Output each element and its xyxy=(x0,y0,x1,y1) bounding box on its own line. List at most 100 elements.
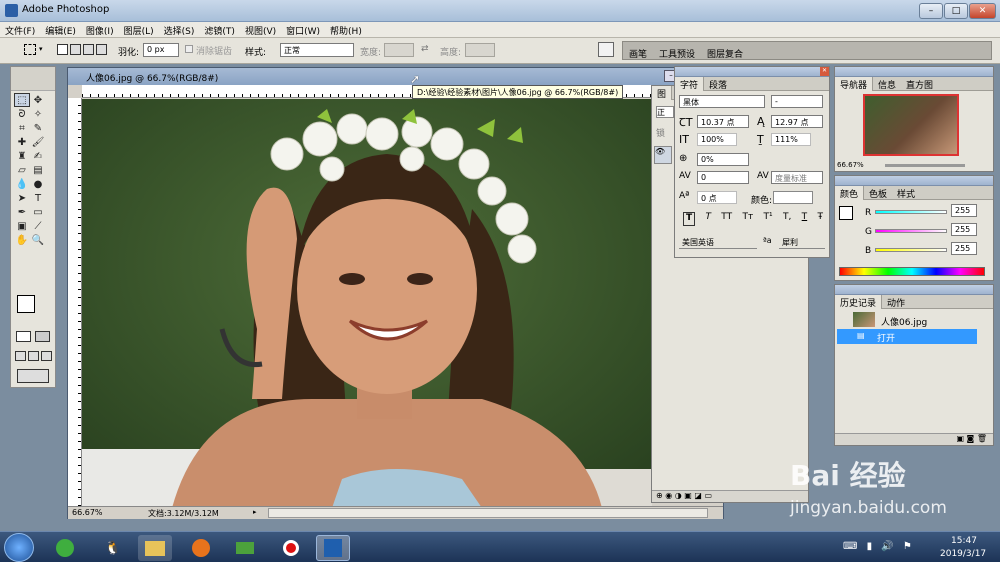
foreground-color-swatch[interactable] xyxy=(17,295,35,313)
magic-wand-tool-icon[interactable]: ✧ xyxy=(30,107,46,121)
tab-navigator[interactable]: 导航器 xyxy=(835,77,874,91)
feather-input[interactable]: 0 px xyxy=(143,43,179,57)
tab-brushes[interactable]: 画笔 xyxy=(629,47,647,60)
selection-mode-icons[interactable] xyxy=(57,44,107,57)
small-caps-button[interactable]: Tт xyxy=(742,212,753,226)
all-caps-button[interactable]: TT xyxy=(721,212,732,226)
kerning-select[interactable]: 0 xyxy=(697,171,749,184)
r-input[interactable]: 255 xyxy=(951,204,977,217)
faux-italic-button[interactable]: T xyxy=(705,212,711,226)
clone-stamp-tool-icon[interactable]: ♜ xyxy=(14,149,30,163)
shape-tool-icon[interactable]: ▭ xyxy=(30,205,46,219)
tab-styles[interactable]: 样式 xyxy=(892,186,920,200)
menu-file[interactable]: 文件(F) xyxy=(0,22,40,39)
slice-tool-icon[interactable]: ✎ xyxy=(30,121,46,135)
gradient-tool-icon[interactable]: ▤ xyxy=(30,163,46,177)
hand-tool-icon[interactable]: ✋ xyxy=(14,233,30,247)
font-family-select[interactable]: 黑体 xyxy=(679,95,765,108)
taskbar-record-icon[interactable] xyxy=(274,535,308,561)
move-tool-icon[interactable]: ✥ xyxy=(30,93,46,107)
tab-info[interactable]: 信息 xyxy=(873,77,901,91)
crop-tool-icon[interactable]: ⌗ xyxy=(14,121,30,135)
menu-window[interactable]: 窗口(W) xyxy=(281,22,325,39)
screen-mode-icons[interactable] xyxy=(15,351,53,361)
eyedropper-tool-icon[interactable]: ⟋ xyxy=(30,219,46,233)
underline-button[interactable]: T xyxy=(802,212,808,226)
font-style-select[interactable]: - xyxy=(771,95,823,108)
tray-icons[interactable]: ⌨ ▮ 🔊 ⚑ xyxy=(843,541,915,552)
close-button[interactable]: ✕ xyxy=(969,3,996,19)
baseline-input[interactable]: 0 点 xyxy=(697,191,737,204)
menu-image[interactable]: 图像(I) xyxy=(81,22,119,39)
menu-layer[interactable]: 图层(L) xyxy=(119,22,159,39)
tab-swatches[interactable]: 色板 xyxy=(864,186,892,200)
superscript-button[interactable]: T¹ xyxy=(764,212,773,226)
healing-brush-tool-icon[interactable]: ✚ xyxy=(14,135,30,149)
r-slider[interactable] xyxy=(875,210,947,214)
tab-character[interactable]: 字符 xyxy=(675,77,705,91)
eye-icon[interactable]: 👁 xyxy=(655,147,665,156)
tab-layer-comps[interactable]: 图层复合 xyxy=(707,47,743,60)
taskbar-photoshop-icon[interactable] xyxy=(316,535,350,561)
pen-tool-icon[interactable]: ✒ xyxy=(14,205,30,219)
antialias-select[interactable]: 犀利 xyxy=(779,236,825,249)
clock-date[interactable]: 2019/3/17 xyxy=(940,549,986,559)
horizontal-scale-input[interactable]: 111% xyxy=(771,133,811,146)
clock-time[interactable]: 15:47 xyxy=(951,536,977,546)
menu-view[interactable]: 视图(V) xyxy=(240,22,281,39)
blur-tool-icon[interactable]: 💧 xyxy=(14,177,30,191)
tracking-select[interactable]: 度量标准 xyxy=(771,171,823,184)
taskbar-app-green-icon[interactable] xyxy=(48,535,82,561)
path-select-tool-icon[interactable]: ➤ xyxy=(14,191,30,205)
tab-layers[interactable]: 图 xyxy=(652,86,673,100)
zoom-tool-icon[interactable]: 🔍 xyxy=(30,233,46,247)
menu-edit[interactable]: 编辑(E) xyxy=(40,22,81,39)
tab-paragraph[interactable]: 段落 xyxy=(704,77,732,91)
font-size-input[interactable]: 10.37 点 xyxy=(697,115,749,128)
lasso-tool-icon[interactable]: ᘐ xyxy=(14,107,30,121)
status-arrow-icon[interactable]: ▸ xyxy=(253,508,257,516)
layer-row[interactable]: 👁 xyxy=(654,146,672,164)
file-browser-icon[interactable] xyxy=(598,42,614,57)
menu-filter[interactable]: 滤镜(T) xyxy=(199,22,240,39)
tracking-percent-select[interactable]: 0% xyxy=(697,153,749,166)
tab-color[interactable]: 颜色 xyxy=(835,186,865,200)
tab-histogram[interactable]: 直方图 xyxy=(901,77,938,91)
b-slider[interactable] xyxy=(875,248,947,252)
taskbar-firefox-icon[interactable] xyxy=(184,535,218,561)
marquee-preset-icon[interactable] xyxy=(24,44,36,55)
marquee-tool-icon[interactable]: ⬚ xyxy=(14,93,30,107)
taskbar-qq-icon[interactable]: 🐧 xyxy=(96,535,130,561)
antialias-checkbox[interactable] xyxy=(185,45,193,53)
history-step-row[interactable]: ▤ 打开 xyxy=(837,329,977,344)
history-brush-tool-icon[interactable]: ✍ xyxy=(30,149,46,163)
menu-help[interactable]: 帮助(H) xyxy=(325,22,367,39)
dodge-tool-icon[interactable]: ● xyxy=(30,177,46,191)
b-input[interactable]: 255 xyxy=(951,242,977,255)
navigator-thumbnail[interactable] xyxy=(863,94,959,156)
navigator-zoom-slider[interactable] xyxy=(885,164,965,167)
brush-tool-icon[interactable]: 🖌 xyxy=(30,135,46,149)
text-color-swatch[interactable] xyxy=(773,191,813,204)
quick-mask-icon[interactable] xyxy=(16,331,31,342)
strikethrough-button[interactable]: Ŧ xyxy=(818,212,824,226)
eraser-tool-icon[interactable]: ▱ xyxy=(14,163,30,177)
color-fg-swatch[interactable] xyxy=(839,206,853,220)
chevron-down-icon[interactable]: ▾ xyxy=(39,45,43,53)
taskbar-media-icon[interactable] xyxy=(228,535,262,561)
minimize-button[interactable]: – xyxy=(919,3,943,19)
zoom-level[interactable]: 66.67% xyxy=(72,508,103,517)
horizontal-scrollbar[interactable] xyxy=(268,508,708,518)
start-button[interactable] xyxy=(4,533,34,562)
tab-actions[interactable]: 动作 xyxy=(882,295,910,309)
history-snapshot-row[interactable]: 人像06.jpg xyxy=(837,311,977,329)
menu-select[interactable]: 选择(S) xyxy=(159,22,200,39)
maximize-button[interactable]: □ xyxy=(944,3,968,19)
language-select[interactable]: 美国英语 xyxy=(679,236,757,249)
navigator-zoom[interactable]: 66.67% xyxy=(837,161,864,169)
subscript-button[interactable]: T, xyxy=(783,212,791,226)
faux-bold-button[interactable]: T xyxy=(683,212,696,226)
imageready-icon[interactable] xyxy=(17,369,49,383)
tab-history[interactable]: 历史记录 xyxy=(835,295,883,309)
leading-input[interactable]: 12.97 点 xyxy=(771,115,823,128)
